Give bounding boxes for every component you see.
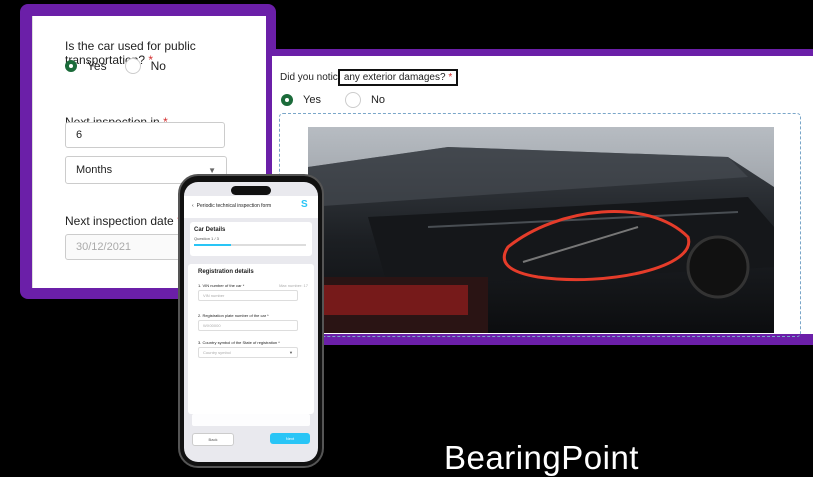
input-value: 30/12/2021 [76,241,132,253]
phone-notch [231,186,271,195]
next-inspection-input[interactable]: 6 [65,122,225,148]
plate-label: 2. Registration plate number of the car … [198,313,269,318]
back-button[interactable]: Back [192,433,234,446]
app-logo-icon: S [301,199,308,210]
no-radio[interactable] [344,92,361,108]
required-marker: * [448,72,453,83]
highlight-text: any exterior damages? [343,72,446,83]
damages-radio-group: Yes No [281,92,385,108]
country-select[interactable]: Country symbol ▼ [198,347,298,358]
section-title: Car Details [194,227,226,233]
stacked-card-shadow [192,414,310,426]
vin-label: 1. VIN number of the car * [198,283,245,288]
yes-radio[interactable] [65,60,77,72]
damages-question-highlight: any exterior damages? * [337,69,459,86]
phone-screen: ‹ Periodic technical inspection form S C… [184,182,318,462]
vin-placeholder: VIN number [203,293,225,298]
country-label: 3. Country symbol of the State of regist… [198,340,280,345]
header-title-text: Periodic technical inspection form [196,203,272,209]
question-counter: Question 1 / 3 [194,236,219,241]
input-value: 6 [76,129,83,141]
country-placeholder: Country symbol [203,350,231,355]
yes-radio[interactable] [281,94,293,106]
damages-question: Did you notic any exterior damages? * [280,69,459,86]
select-value: Months [76,164,113,176]
next-inspection-date-label: Next inspection date * [65,214,182,228]
vin-label-row: 1. VIN number of the car * Max number: 1… [198,283,308,288]
question-prefix: Did you notic [280,72,338,83]
plate-input[interactable]: WX00000 [198,320,298,331]
back-arrow-icon[interactable]: ‹ [192,203,194,209]
no-label: No [150,59,166,73]
card-title: Registration details [198,269,254,275]
public-transport-radio-group: Yes No [65,58,166,74]
plate-placeholder: WX00000 [203,323,221,328]
vin-hint: Max number: 17 [279,283,308,288]
car-damage-photo [308,127,774,333]
yes-label: Yes [87,59,107,73]
no-label: No [370,94,386,106]
progress-track [194,244,306,246]
next-button[interactable]: Next [270,433,310,444]
no-radio[interactable] [124,58,141,74]
yes-label: Yes [303,94,321,106]
chevron-down-icon: ▼ [289,350,293,355]
brand-logo-text: BearingPoint [444,439,639,476]
phone-header-title: ‹ Periodic technical inspection form [192,203,271,209]
label-text: Next inspection date [65,214,174,228]
progress-fill [194,244,231,246]
vin-input[interactable]: VIN number [198,290,298,301]
